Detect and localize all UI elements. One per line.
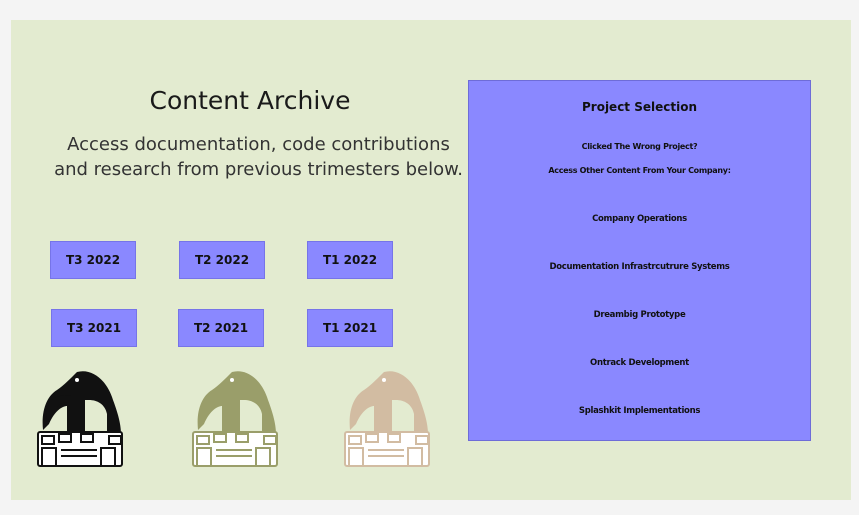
trimester-button-t3-2022[interactable]: T3 2022 xyxy=(50,241,136,279)
wrong-project-text: Clicked The Wrong Project? xyxy=(581,142,698,151)
project-selection-panel: Project Selection Clicked The Wrong Proj… xyxy=(468,80,811,441)
project-link-company-operations[interactable]: Company Operations xyxy=(469,214,810,224)
project-link-ontrack-development[interactable]: Ontrack Development xyxy=(469,358,810,368)
project-link-documentation-systems[interactable]: Documentation Infrastrcutrure Systems xyxy=(469,262,810,272)
other-content-text: Access Other Content From Your Company: xyxy=(548,166,731,175)
trimester-button-t1-2021[interactable]: T1 2021 xyxy=(307,309,393,347)
page-title: Content Archive xyxy=(149,86,351,115)
thoth-mascot-icon-black xyxy=(37,371,123,467)
trimester-button-t2-2021[interactable]: T2 2021 xyxy=(178,309,264,347)
trimester-button-t3-2021[interactable]: T3 2021 xyxy=(51,309,137,347)
project-link-dreambig-prototype[interactable]: Dreambig Prototype xyxy=(469,310,810,320)
project-link-splashkit-implementations[interactable]: Splashkit Implementations xyxy=(469,406,810,416)
thoth-mascot-icon-olive xyxy=(192,371,278,467)
trimester-button-t2-2022[interactable]: T2 2022 xyxy=(179,241,265,279)
project-selection-heading: Project Selection xyxy=(581,100,698,114)
trimester-button-t1-2022[interactable]: T1 2022 xyxy=(307,241,393,279)
thoth-mascot-icon-tan xyxy=(344,371,430,467)
page-subtitle: Access documentation, code contributions… xyxy=(54,134,463,180)
archive-panel: Content Archive Access documentation, co… xyxy=(11,20,851,500)
